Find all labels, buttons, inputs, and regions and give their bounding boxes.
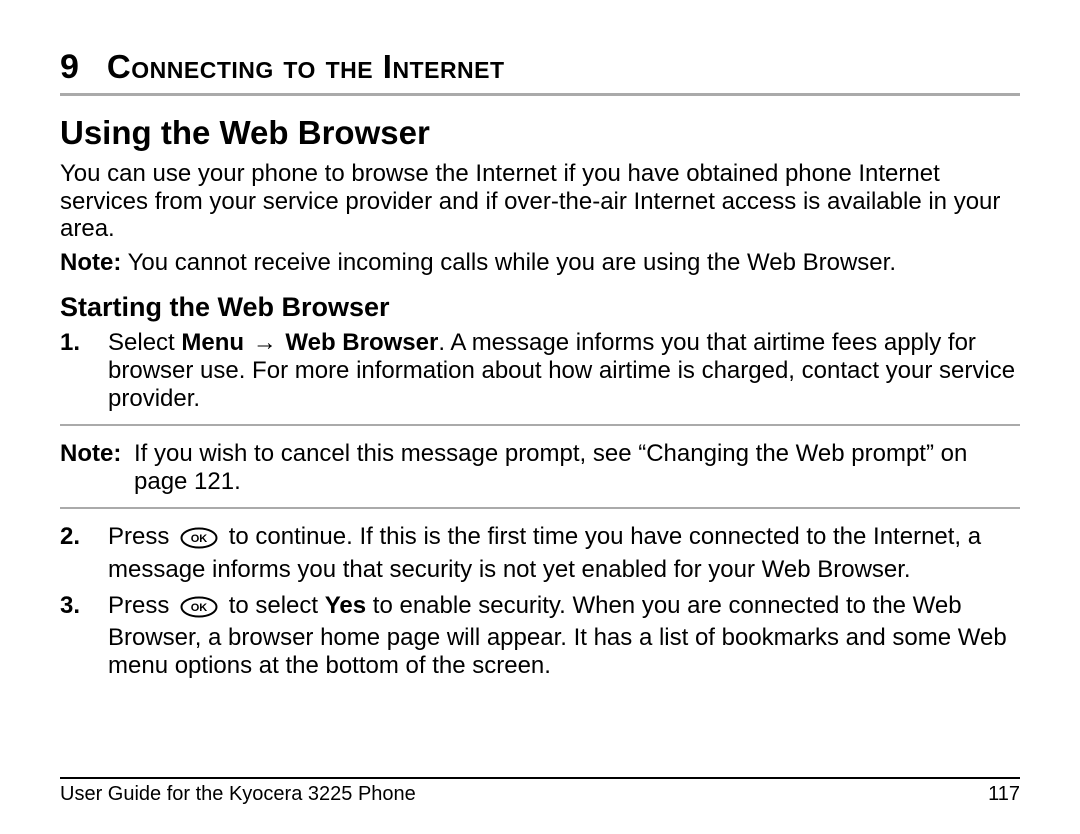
step-marker: 1. <box>60 329 108 412</box>
step-content: Select Menu → Web Browser. A message inf… <box>108 329 1020 412</box>
note-text: If you wish to cancel this message promp… <box>134 440 1020 495</box>
divider <box>60 507 1020 509</box>
chapter-heading: 9 Connecting to the Internet <box>60 48 1020 87</box>
step-marker: 2. <box>60 523 108 583</box>
note-label: Note: <box>60 440 134 495</box>
page-number: 117 <box>988 783 1020 806</box>
step-content: Press OK to continue. If this is the fir… <box>108 523 1020 583</box>
page-footer: User Guide for the Kyocera 3225 Phone 11… <box>60 777 1020 806</box>
divider <box>60 93 1020 96</box>
svg-text:OK: OK <box>191 533 208 545</box>
divider <box>60 424 1020 426</box>
step-3: 3. Press OK to select Yes to enable secu… <box>60 592 1020 680</box>
step-1: 1. Select Menu → Web Browser. A message … <box>60 329 1020 412</box>
ok-icon: OK <box>180 527 218 556</box>
ok-icon: OK <box>180 596 218 625</box>
step-marker: 3. <box>60 592 108 680</box>
chapter-number: 9 <box>60 48 79 87</box>
note-label: Note: <box>60 249 121 276</box>
manual-page: 9 Connecting to the Internet Using the W… <box>0 0 1080 834</box>
footer-title: User Guide for the Kyocera 3225 Phone <box>60 783 416 806</box>
subsection-heading: Starting the Web Browser <box>60 292 1020 323</box>
chapter-title: Connecting to the Internet <box>107 48 505 86</box>
mid-note: Note: If you wish to cancel this message… <box>60 440 1020 495</box>
step-2: 2. Press OK to continue. If this is the … <box>60 523 1020 583</box>
note-text: You cannot receive incoming calls while … <box>121 249 896 276</box>
section-heading: Using the Web Browser <box>60 114 1020 152</box>
intro-note: Note: You cannot receive incoming calls … <box>60 249 1020 277</box>
intro-paragraph: You can use your phone to browse the Int… <box>60 160 1020 243</box>
step-content: Press OK to select Yes to enable securit… <box>108 592 1020 680</box>
svg-text:OK: OK <box>191 602 208 614</box>
